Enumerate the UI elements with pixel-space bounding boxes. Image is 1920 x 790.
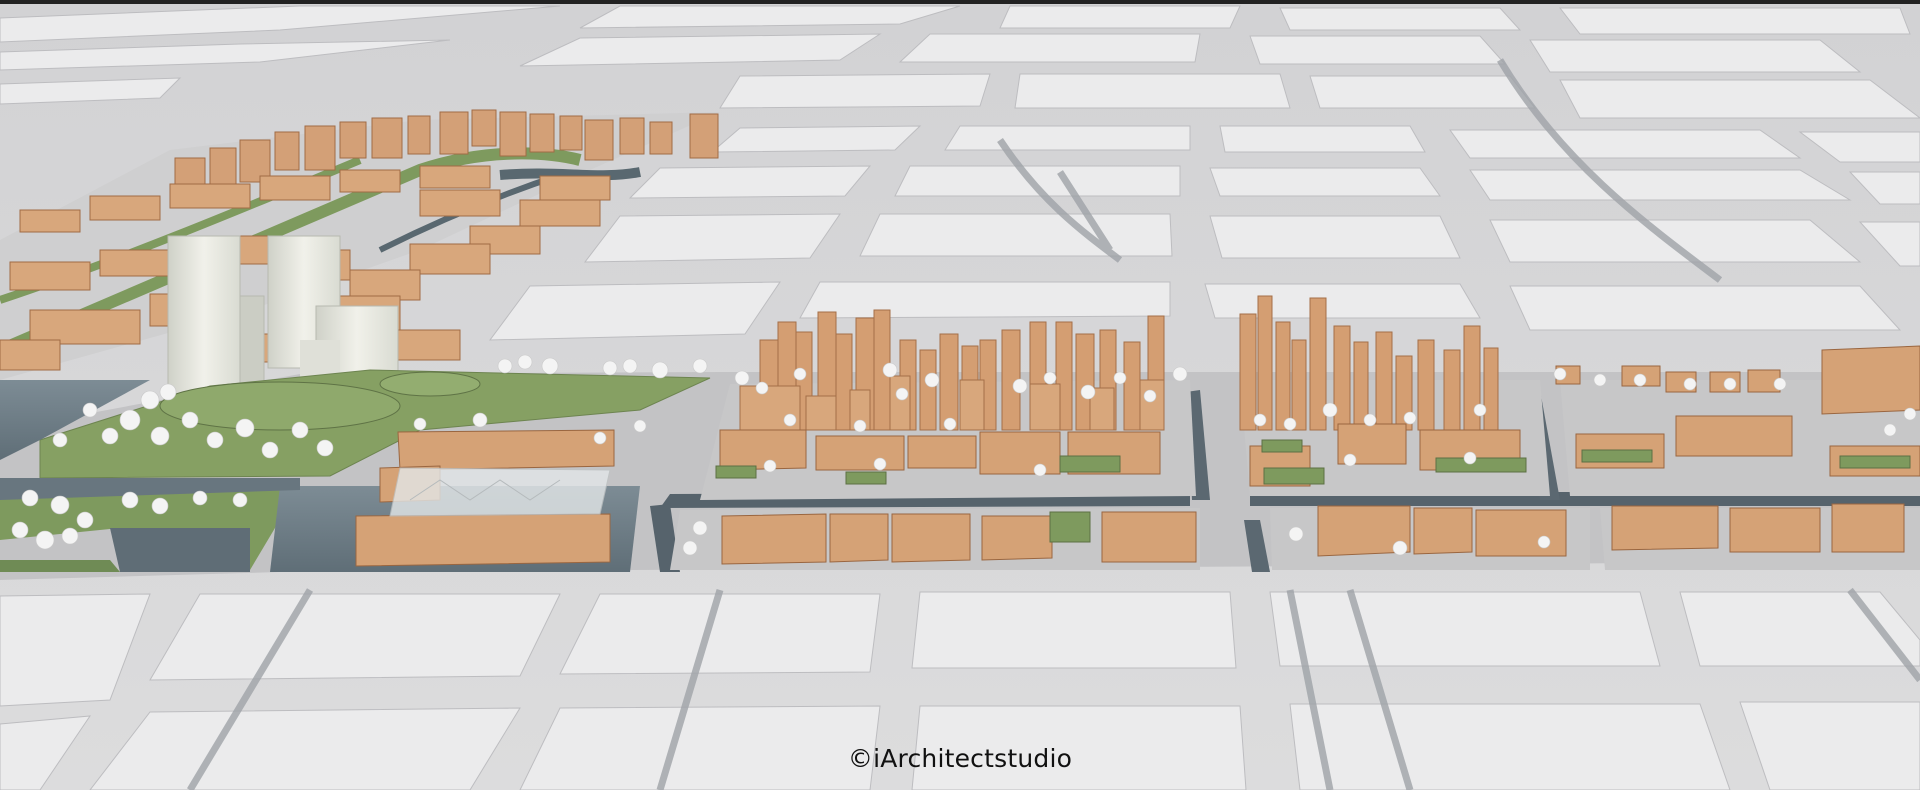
- watermark-credit: ©iArchitectstudio: [847, 744, 1073, 773]
- top-border: [0, 0, 1920, 4]
- urban-model-render: ©iArchitectstudio: [0, 0, 1920, 790]
- glass-atrium: [389, 467, 611, 517]
- render-canvas: [0, 0, 1920, 790]
